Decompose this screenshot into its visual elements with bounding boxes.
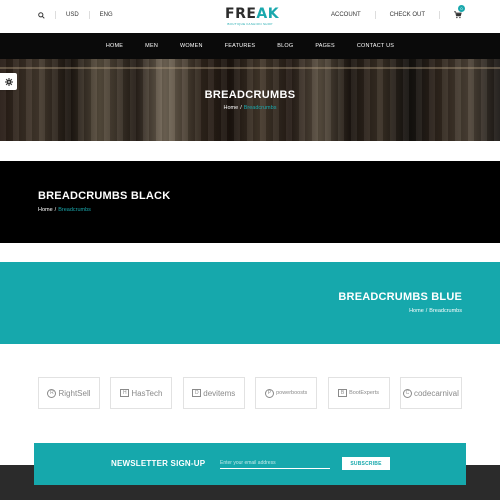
brand-logo-devitems[interactable]: Ddevitems (182, 377, 245, 409)
divider (439, 11, 440, 19)
breadcrumb-home-link[interactable]: Home (409, 308, 424, 314)
logo-tagline: BOUTIQUE FASHION SHOP (227, 22, 273, 26)
main-nav: HOME MEN WOMEN FEATURES BLOG PAGES CONTA… (0, 33, 500, 59)
breadcrumb: Home / Breadcrumbs (409, 308, 462, 314)
brand-name: powerboosts (276, 390, 308, 396)
brand-logos: R RightSell H HasTech Ddevitems Ppowerboos… (38, 377, 462, 409)
breadcrumbs-blue-section: BREADCRUMBS BLUE Home / Breadcrumbs (0, 262, 500, 344)
breadcrumb: Home / Breadcrumbs (0, 105, 500, 111)
breadcrumb-separator: / (240, 105, 242, 111)
logo-text-accent: AK (256, 6, 280, 22)
breadcrumbs-image-section: BREADCRUMBS Home / Breadcrumbs (0, 59, 500, 141)
brand-name: BootExperts (349, 390, 380, 396)
brand-name: RightSell (58, 388, 91, 398)
clothing-rail (0, 67, 500, 69)
breadcrumb: Home / Breadcrumbs (38, 207, 91, 213)
settings-toggle-button[interactable] (0, 73, 17, 90)
gear-icon (4, 77, 13, 86)
site-logo[interactable]: FREAK BOUTIQUE FASHION SHOP (225, 6, 279, 26)
brand-name: codecarnival (413, 388, 459, 398)
brand-logo-bootexperts[interactable]: B BootExperts (327, 377, 390, 409)
brand-icon: C (402, 388, 412, 398)
newsletter-title: NEWSLETTER SIGN-UP (111, 459, 206, 468)
breadcrumbs-black-section: BREADCRUMBS BLACK Home / Breadcrumbs (0, 161, 500, 243)
nav-item-contact-us[interactable]: CONTACT US (357, 43, 394, 49)
brand-icon: B (338, 389, 348, 397)
nav-item-women[interactable]: WOMEN (180, 43, 203, 49)
section-title: BREADCRUMBS BLACK (38, 190, 171, 202)
brand-icon: H (120, 389, 130, 397)
nav-item-blog[interactable]: BLOG (277, 43, 293, 49)
section-title: BREADCRUMBS BLUE (338, 291, 462, 303)
brand-name: devitems (203, 388, 236, 398)
subscribe-button[interactable]: SUBSCRIBE (342, 457, 390, 470)
hero-title: BREADCRUMBS (204, 89, 296, 101)
cart-button[interactable]: 0 (454, 5, 465, 19)
brand-logo-rightsell[interactable]: R RightSell (38, 377, 100, 409)
brand-logo-hastech[interactable]: H HasTech (110, 377, 173, 409)
checkout-link[interactable]: CHECK OUT (390, 12, 425, 18)
email-field[interactable] (220, 457, 330, 469)
brand-icon: P (265, 388, 275, 398)
breadcrumb-current: Breadcrumbs (58, 207, 91, 213)
nav-item-home[interactable]: HOME (106, 43, 123, 49)
divider (374, 11, 376, 19)
brand-logo-powerboosts[interactable]: Ppowerboosts (255, 377, 318, 409)
newsletter-signup: NEWSLETTER SIGN-UP SUBSCRIBE (34, 443, 466, 485)
breadcrumb-current: Breadcrumbs (243, 105, 277, 111)
divider (55, 11, 56, 19)
divider (88, 11, 90, 19)
account-link[interactable]: ACCOUNT (331, 12, 361, 18)
cart-count-badge: 0 (458, 5, 465, 12)
breadcrumb-current: Breadcrumbs (429, 308, 462, 314)
currency-selector[interactable]: USD (66, 12, 79, 18)
nav-item-pages[interactable]: PAGES (315, 43, 335, 49)
top-bar: USD ENG FREAK BOUTIQUE FASHION SHOP ACCO… (0, 0, 500, 33)
breadcrumb-separator: / (54, 207, 57, 213)
search-icon[interactable] (38, 11, 45, 19)
breadcrumb-home-link[interactable]: Home (38, 207, 53, 213)
breadcrumb-separator: / (425, 308, 428, 314)
top-left-controls: USD ENG (38, 11, 113, 19)
nav-item-men[interactable]: MEN (145, 43, 158, 49)
cart-icon (454, 11, 462, 19)
breadcrumb-home-link[interactable]: Home (224, 105, 239, 111)
top-right-controls: ACCOUNT CHECK OUT 0 (331, 5, 465, 19)
brand-logo-codecarnival[interactable]: Ccodecarnival (399, 377, 462, 409)
brand-icon: D (192, 389, 202, 397)
logo-text-main: FRE (225, 6, 257, 22)
brand-icon: R (47, 388, 57, 398)
brand-name: HasTech (131, 388, 163, 398)
language-selector[interactable]: ENG (100, 12, 113, 18)
nav-item-features[interactable]: FEATURES (225, 43, 256, 49)
